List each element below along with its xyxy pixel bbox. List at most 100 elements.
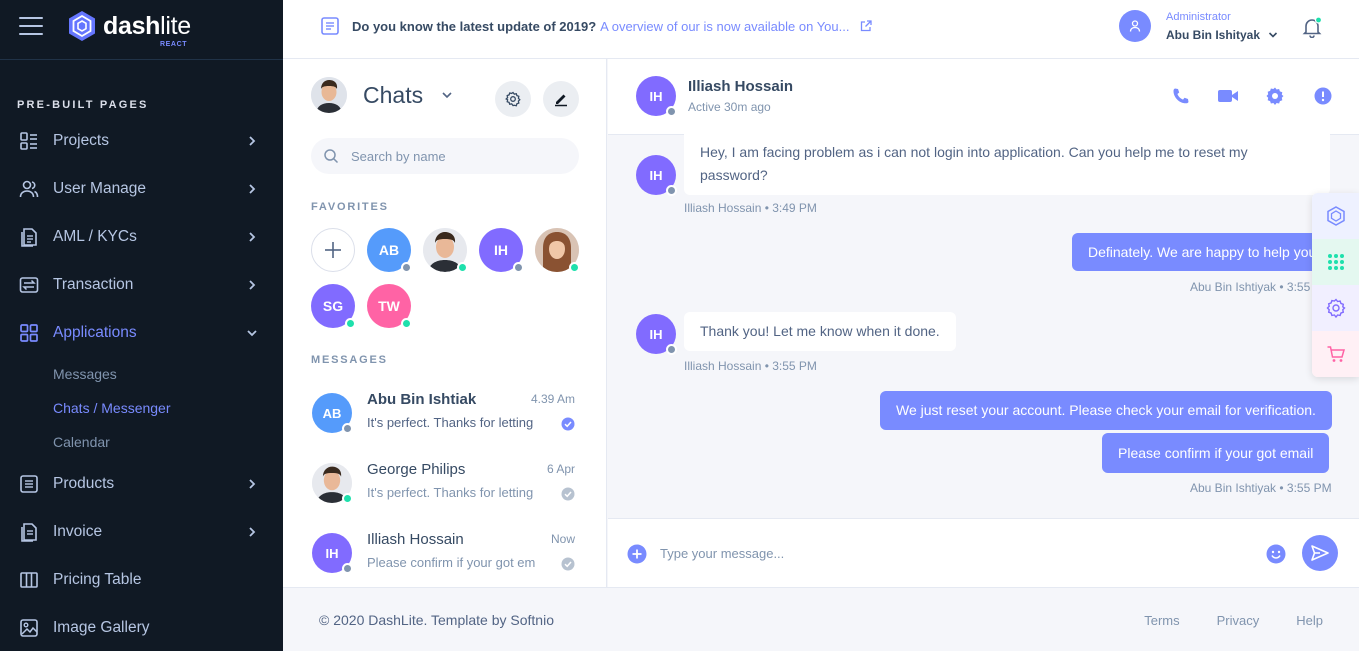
avatar-photo-icon <box>311 77 347 113</box>
alert-circle-icon[interactable] <box>1313 86 1333 106</box>
phone-icon[interactable] <box>1171 86 1191 106</box>
sidebar-item-pricing-table[interactable]: Pricing Table <box>0 556 283 604</box>
menu-toggle-icon[interactable] <box>19 17 43 35</box>
chevron-right-icon <box>249 479 256 489</box>
sidebar-item-products[interactable]: Products <box>0 460 283 508</box>
chat-time: Now <box>550 532 575 546</box>
message-bubble-outgoing: Definately. We are happy to help you. <box>1072 233 1342 271</box>
read-check-icon <box>561 487 575 501</box>
file-docs-icon <box>19 522 39 542</box>
footer-link-privacy[interactable]: Privacy <box>1217 613 1260 628</box>
chat-list-item[interactable]: AB Abu Bin Ishtiak 4.39 Am It's perfect.… <box>311 387 579 457</box>
chat-list-panel: Chats Search by name FAVORITES AB IH SG … <box>283 59 607 587</box>
favorites-title: FAVORITES <box>311 201 389 213</box>
footer-link-terms[interactable]: Terms <box>1144 613 1179 628</box>
sidebar: dashlite REACT PRE-BUILT PAGES Projects … <box>0 0 283 651</box>
favorite-avatar[interactable]: AB <box>367 228 412 273</box>
news-title: Do you know the latest update of 2019? <box>352 18 597 34</box>
my-avatar[interactable] <box>311 77 347 113</box>
sidebar-subitem-calendar[interactable]: Calendar <box>0 425 283 459</box>
sidebar-item-image-gallery[interactable]: Image Gallery <box>0 604 283 651</box>
chat-preview: Please confirm if your got em <box>367 555 536 570</box>
contact-status: Active 30m ago <box>688 100 771 114</box>
message-bubble-outgoing: We just reset your account. Please check… <box>880 391 1332 430</box>
chat-settings-button[interactable] <box>495 81 531 117</box>
contact-avatar[interactable]: IH <box>636 76 677 117</box>
footer-link-help[interactable]: Help <box>1296 613 1323 628</box>
gear-icon[interactable] <box>1265 86 1285 106</box>
message-input[interactable]: Type your message... <box>660 546 784 561</box>
exchange-icon <box>19 275 39 295</box>
floating-cart-button[interactable] <box>1312 331 1359 377</box>
sidebar-item-label: Invoice <box>53 523 103 540</box>
columns-icon <box>19 570 39 590</box>
message-meta: Illiash Hossain • 3:49 PM <box>684 201 817 215</box>
video-icon[interactable] <box>1217 86 1239 106</box>
floating-settings-button[interactable] <box>1312 285 1359 331</box>
sidebar-item-projects[interactable]: Projects <box>0 117 283 165</box>
sidebar-item-invoice[interactable]: Invoice <box>0 508 283 556</box>
chat-list-item[interactable]: George Philips 6 Apr It's perfect. Thank… <box>311 457 579 527</box>
sidebar-item-aml-kycs[interactable]: AML / KYCs <box>0 213 283 261</box>
user-dropdown[interactable]: Administrator Abu Bin Ishityak <box>1119 10 1278 42</box>
floating-apps-button[interactable] <box>1312 239 1359 285</box>
logo-text: dashlite <box>103 11 191 40</box>
floating-logo-button[interactable] <box>1312 193 1359 239</box>
sidebar-subitem-messages[interactable]: Messages <box>0 357 283 391</box>
sidebar-divider <box>0 59 283 60</box>
message-meta: Abu Bin Ishtiyak • 3:55 PM <box>1190 280 1332 294</box>
image-icon <box>19 618 39 638</box>
emoji-icon[interactable] <box>1266 544 1286 564</box>
chat-name: George Philips <box>367 461 466 478</box>
sidebar-item-transaction[interactable]: Transaction <box>0 261 283 309</box>
sidebar-item-label: Image Gallery <box>53 619 150 636</box>
chat-time: 6 Apr <box>546 462 575 476</box>
chat-list-item[interactable]: IH Illiash Hossain Now Please confirm if… <box>311 527 579 587</box>
chat-name: Abu Bin Ishtiak <box>367 391 477 408</box>
chat-list-title[interactable]: Chats <box>363 82 423 109</box>
chevron-right-icon <box>249 280 256 290</box>
favorite-avatar[interactable]: SG <box>311 284 356 329</box>
footer-copyright: © 2020 DashLite. Template by Softnio <box>319 612 554 628</box>
sidebar-item-label: Pricing Table <box>53 571 142 588</box>
logo[interactable]: dashlite REACT <box>67 10 191 48</box>
sidebar-item-label: Products <box>53 475 115 492</box>
search-placeholder: Search by name <box>351 148 446 164</box>
message-meta: Abu Bin Ishtiyak • 3:55 PM <box>1190 481 1332 495</box>
pen-icon <box>555 94 567 107</box>
favorite-avatar[interactable] <box>535 228 580 273</box>
footer-links: Terms Privacy Help <box>1107 613 1323 628</box>
add-attachment-icon[interactable] <box>627 544 647 564</box>
chevron-down-icon[interactable] <box>441 90 453 100</box>
notification-button[interactable] <box>1301 16 1323 43</box>
chevron-right-icon <box>249 232 256 242</box>
send-button[interactable] <box>1302 535 1338 571</box>
favorite-avatar[interactable]: TW <box>367 284 412 329</box>
compose-button[interactable] <box>543 81 579 117</box>
chat-list-header: Chats <box>311 77 453 113</box>
add-favorite-button[interactable] <box>311 228 355 272</box>
sidebar-header: dashlite REACT <box>0 0 283 52</box>
sidebar-item-label: Transaction <box>53 276 134 293</box>
sidebar-section-title: PRE-BUILT PAGES <box>17 99 149 111</box>
sidebar-item-applications[interactable]: Applications <box>0 309 283 357</box>
conversation-actions <box>1171 86 1333 106</box>
message-bubble-incoming: Hey, I am facing problem as i can not lo… <box>684 133 1330 195</box>
floating-toolbar <box>1312 193 1359 377</box>
chevron-right-icon <box>249 136 256 146</box>
chevron-down-icon <box>247 330 257 337</box>
message-bubble-outgoing: Please confirm if your got email <box>1102 433 1330 473</box>
sidebar-subitem-chats-messenger[interactable]: Chats / Messenger <box>0 391 283 425</box>
sidebar-item-user-manage[interactable]: User Manage <box>0 165 283 213</box>
users-icon <box>19 179 39 199</box>
sidebar-menu: Projects User Manage AML / KYCs Transact… <box>0 117 283 651</box>
sidebar-item-label: Applications <box>53 324 137 341</box>
favorite-avatar[interactable]: IH <box>479 228 524 273</box>
favorite-avatar[interactable] <box>423 228 468 273</box>
contact-name: Illiash Hossain <box>688 78 794 95</box>
user-avatar <box>1119 10 1151 42</box>
chat-avatar <box>312 463 353 504</box>
message-bubble-incoming: Thank you! Let me know when it done. <box>684 312 956 351</box>
search-input[interactable]: Search by name <box>311 138 579 174</box>
news-banner[interactable]: Do you know the latest update of 2019? A… <box>320 16 873 36</box>
